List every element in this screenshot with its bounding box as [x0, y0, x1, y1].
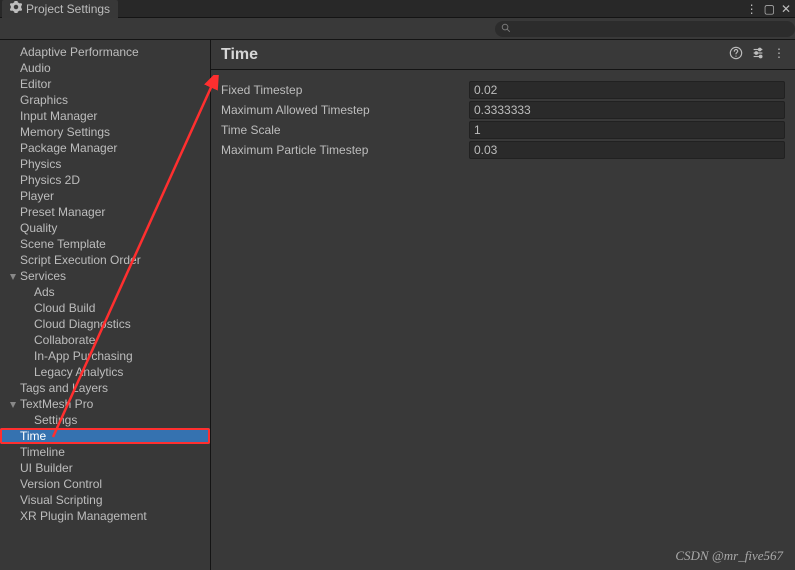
property-row: Maximum Particle Timestep0.03 [221, 140, 785, 160]
sidebar-item-label: TextMesh Pro [20, 397, 93, 411]
property-row: Maximum Allowed Timestep0.3333333 [221, 100, 785, 120]
sidebar-item-label: Package Manager [20, 141, 117, 155]
sidebar-item-label: Settings [34, 413, 77, 427]
property-label: Fixed Timestep [221, 83, 469, 97]
sidebar-item-label: Timeline [20, 445, 65, 459]
sidebar-item-settings[interactable]: Settings [0, 412, 210, 428]
sidebar-item-label: Memory Settings [20, 125, 110, 139]
sidebar-item-label: Physics 2D [20, 173, 80, 187]
expand-arrow-icon [8, 399, 18, 409]
sidebar-item-xr-plugin-management[interactable]: XR Plugin Management [0, 508, 210, 524]
sidebar-item-label: Player [20, 189, 54, 203]
sidebar-item-physics-2d[interactable]: Physics 2D [0, 172, 210, 188]
property-field[interactable]: 1 [469, 121, 785, 139]
help-icon[interactable] [729, 46, 743, 63]
sidebar-item-input-manager[interactable]: Input Manager [0, 108, 210, 124]
tab-title: Project Settings [26, 2, 110, 16]
tab-project-settings[interactable]: Project Settings [2, 0, 118, 18]
sidebar-item-label: Adaptive Performance [20, 45, 139, 59]
sidebar-item-label: Cloud Diagnostics [34, 317, 131, 331]
main-panel: Time ⋮ Fixed Timestep0.02Maximum Allowed… [211, 40, 795, 570]
search-row [0, 18, 795, 40]
settings-sidebar: Adaptive Performance Audio Editor Graphics I… [0, 40, 211, 570]
sidebar-item-editor[interactable]: Editor [0, 76, 210, 92]
sidebar-item-label: Quality [20, 221, 57, 235]
property-label: Time Scale [221, 123, 469, 137]
sidebar-item-label: Scene Template [20, 237, 106, 251]
sidebar-item-physics[interactable]: Physics [0, 156, 210, 172]
sidebar-item-label: Ads [34, 285, 55, 299]
panel-header: Time ⋮ [211, 40, 795, 70]
sidebar-item-adaptive-performance[interactable]: Adaptive Performance [0, 44, 210, 60]
sidebar-item-quality[interactable]: Quality [0, 220, 210, 236]
close-icon[interactable]: ✕ [781, 2, 791, 16]
page-title: Time [221, 46, 258, 64]
sidebar-item-in-app-purchasing[interactable]: In-App Purchasing [0, 348, 210, 364]
sidebar-item-visual-scripting[interactable]: Visual Scripting [0, 492, 210, 508]
property-field[interactable]: 0.03 [469, 141, 785, 159]
sidebar-item-package-manager[interactable]: Package Manager [0, 140, 210, 156]
menu-icon[interactable]: ⋮ [773, 46, 785, 63]
sidebar-item-legacy-analytics[interactable]: Legacy Analytics [0, 364, 210, 380]
sidebar-item-graphics[interactable]: Graphics [0, 92, 210, 108]
sidebar-item-script-execution-order[interactable]: Script Execution Order [0, 252, 210, 268]
sidebar-item-label: Tags and Layers [20, 381, 108, 395]
expand-arrow-icon [8, 271, 18, 281]
sidebar-item-ui-builder[interactable]: UI Builder [0, 460, 210, 476]
sidebar-item-ads[interactable]: Ads [0, 284, 210, 300]
sidebar-item-collaborate[interactable]: Collaborate [0, 332, 210, 348]
sidebar-item-scene-template[interactable]: Scene Template [0, 236, 210, 252]
sidebar-item-player[interactable]: Player [0, 188, 210, 204]
sidebar-item-label: Preset Manager [20, 205, 105, 219]
property-label: Maximum Allowed Timestep [221, 103, 469, 117]
properties-list: Fixed Timestep0.02Maximum Allowed Timest… [211, 70, 795, 170]
sidebar-item-label: Collaborate [34, 333, 95, 347]
sidebar-item-label: UI Builder [20, 461, 73, 475]
sidebar-item-label: Cloud Build [34, 301, 95, 315]
preset-icon[interactable] [751, 46, 765, 63]
search-icon [501, 22, 511, 36]
tab-bar: Project Settings ⋮ ▢ ✕ [0, 0, 795, 18]
sidebar-item-label: Visual Scripting [20, 493, 103, 507]
sidebar-item-label: Legacy Analytics [34, 365, 123, 379]
gear-icon [10, 1, 22, 16]
search-input[interactable] [495, 21, 795, 37]
sidebar-item-label: Graphics [20, 93, 68, 107]
sidebar-item-tags-and-layers[interactable]: Tags and Layers [0, 380, 210, 396]
property-row: Time Scale1 [221, 120, 785, 140]
sidebar-item-version-control[interactable]: Version Control [0, 476, 210, 492]
sidebar-item-textmesh-pro[interactable]: TextMesh Pro [0, 396, 210, 412]
watermark: CSDN @mr_five567 [675, 548, 783, 564]
maximize-icon[interactable]: ▢ [764, 2, 775, 16]
sidebar-item-label: Version Control [20, 477, 102, 491]
property-field[interactable]: 0.3333333 [469, 101, 785, 119]
sidebar-item-time[interactable]: Time [0, 428, 210, 444]
sidebar-item-services[interactable]: Services [0, 268, 210, 284]
property-label: Maximum Particle Timestep [221, 143, 469, 157]
sidebar-item-label: Physics [20, 157, 61, 171]
sidebar-item-label: Input Manager [20, 109, 97, 123]
sidebar-item-label: Editor [20, 77, 51, 91]
more-icon[interactable]: ⋮ [746, 2, 758, 16]
sidebar-item-label: In-App Purchasing [34, 349, 133, 363]
sidebar-item-label: Audio [20, 61, 51, 75]
sidebar-item-timeline[interactable]: Timeline [0, 444, 210, 460]
sidebar-item-cloud-build[interactable]: Cloud Build [0, 300, 210, 316]
sidebar-item-label: Time [20, 429, 46, 443]
sidebar-item-label: XR Plugin Management [20, 509, 147, 523]
sidebar-item-label: Script Execution Order [20, 253, 141, 267]
property-field[interactable]: 0.02 [469, 81, 785, 99]
property-row: Fixed Timestep0.02 [221, 80, 785, 100]
sidebar-item-cloud-diagnostics[interactable]: Cloud Diagnostics [0, 316, 210, 332]
sidebar-item-memory-settings[interactable]: Memory Settings [0, 124, 210, 140]
sidebar-item-preset-manager[interactable]: Preset Manager [0, 204, 210, 220]
sidebar-item-audio[interactable]: Audio [0, 60, 210, 76]
sidebar-item-label: Services [20, 269, 66, 283]
window-controls: ⋮ ▢ ✕ [746, 2, 795, 16]
